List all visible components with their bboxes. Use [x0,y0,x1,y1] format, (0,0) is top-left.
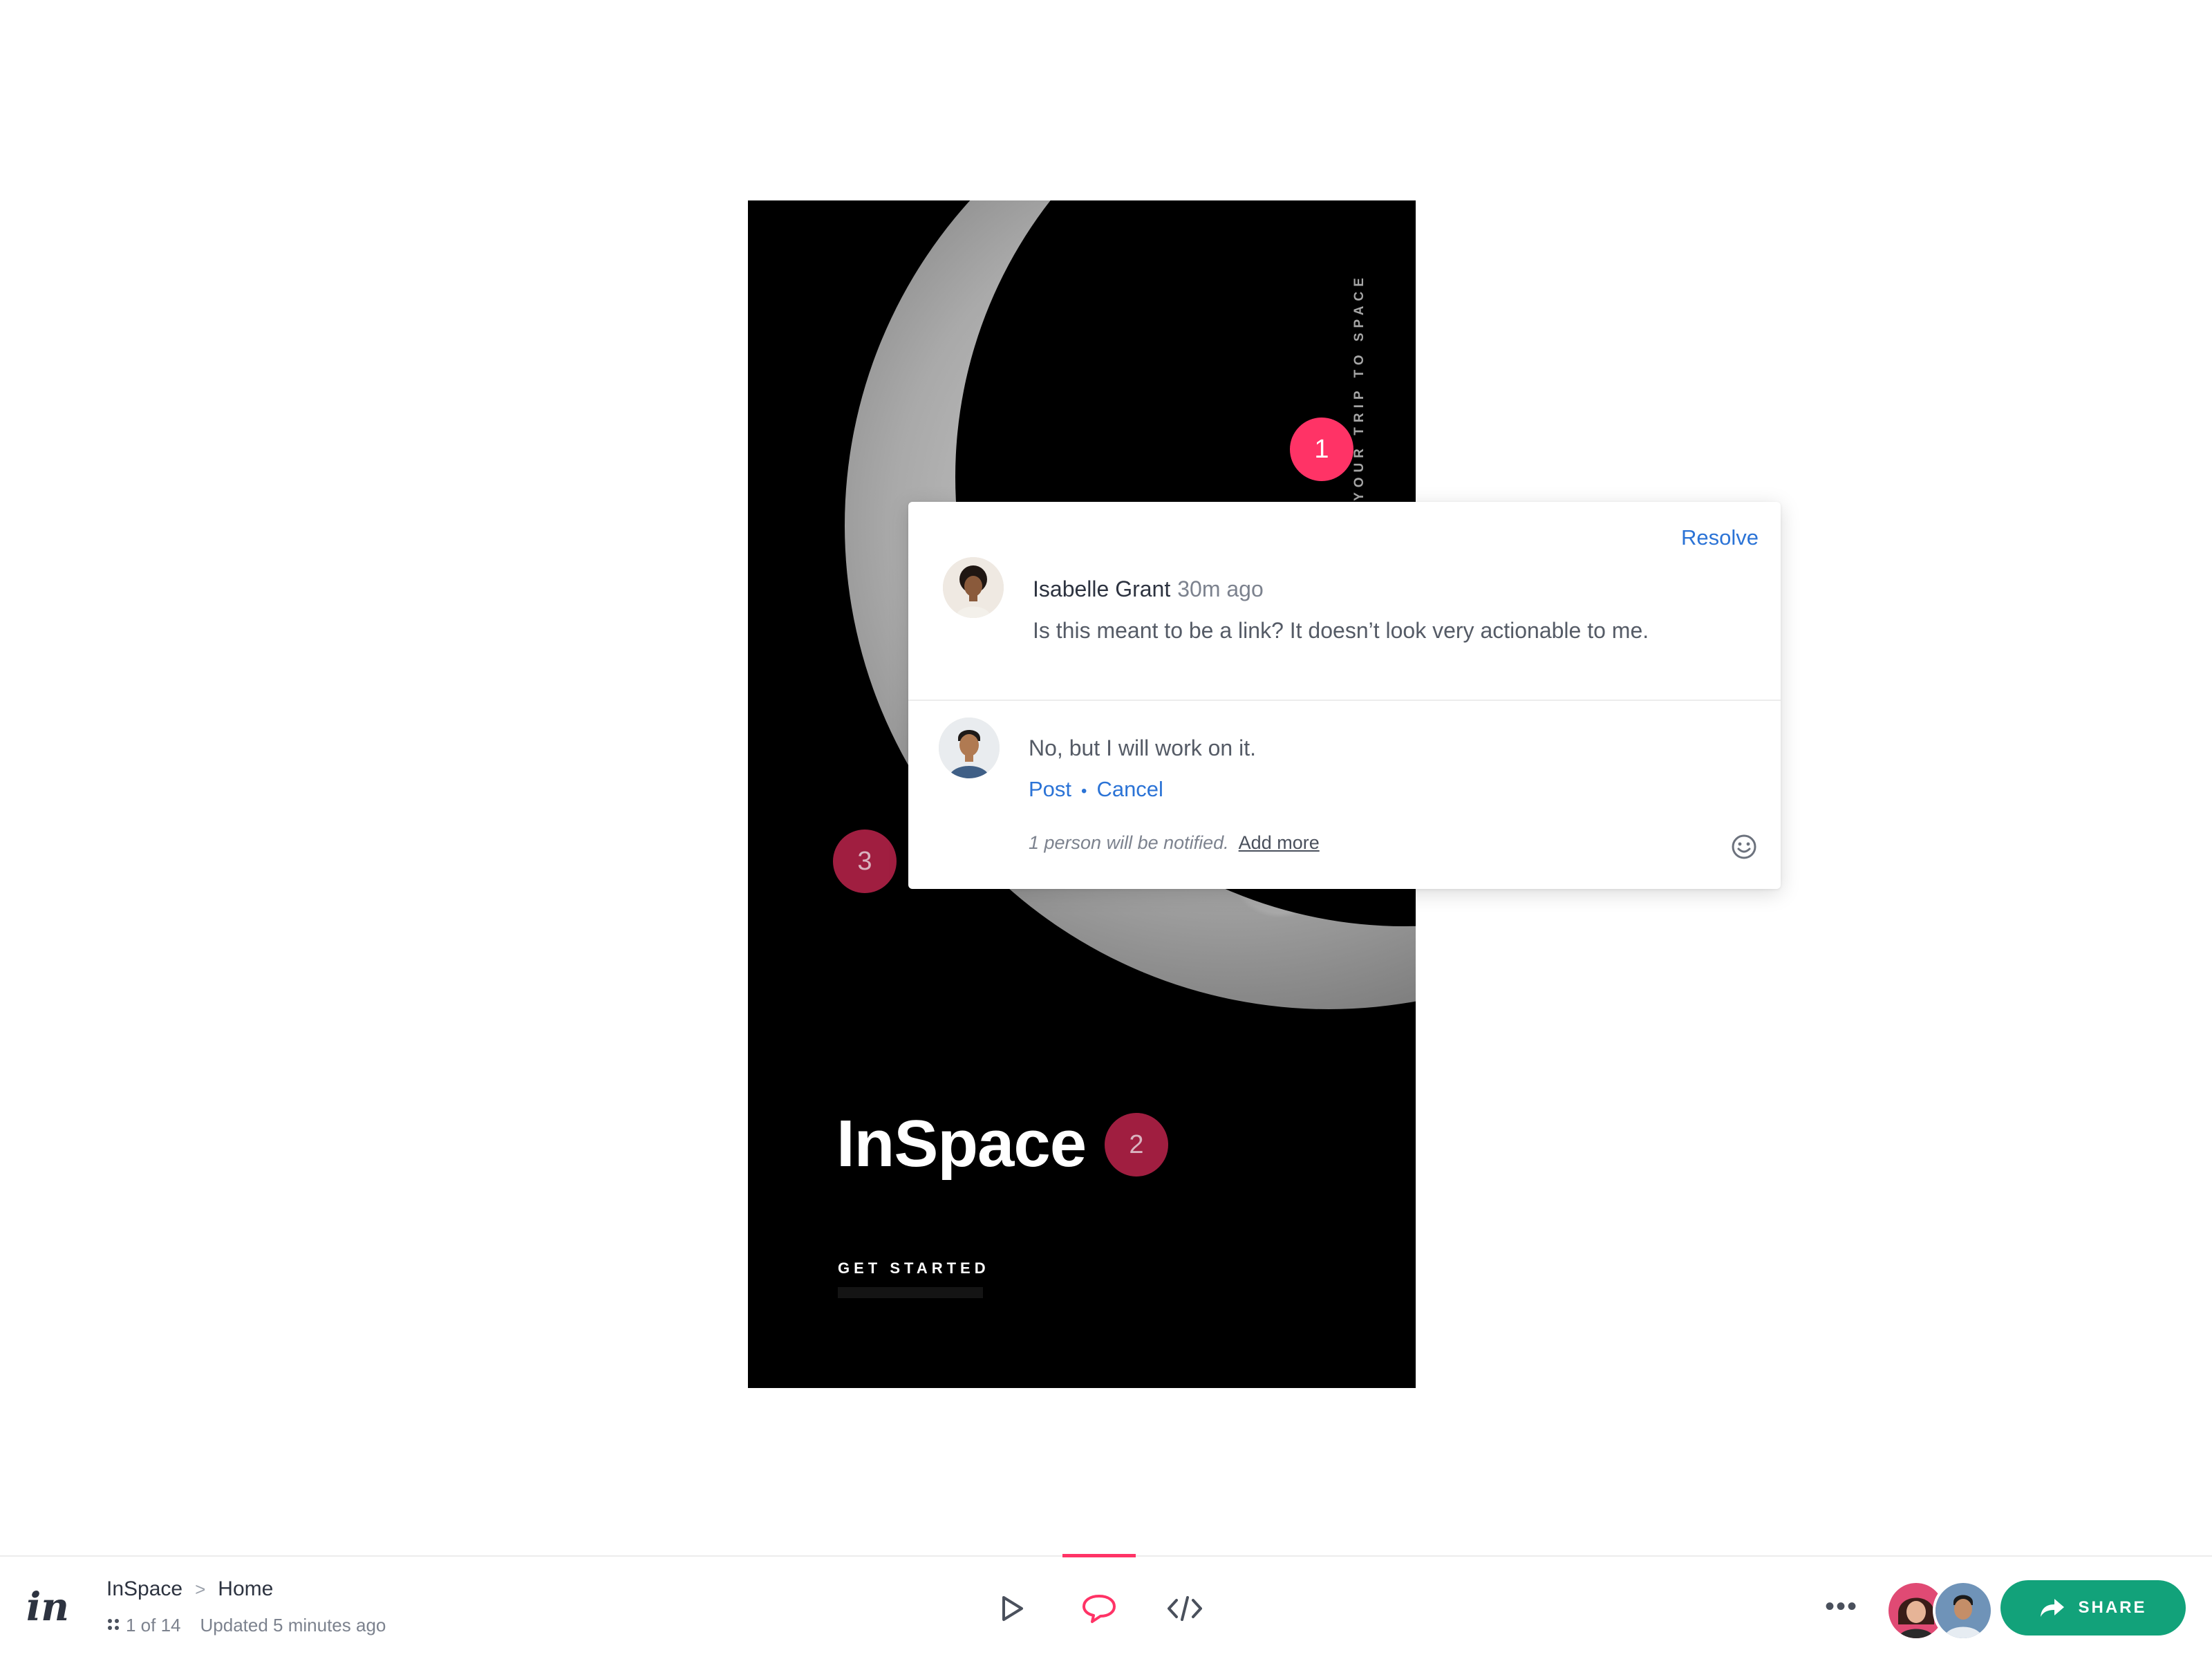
author-name: Isabelle Grant [1033,577,1171,601]
get-started-label[interactable]: GET STARTED [838,1259,990,1277]
breadcrumb-project[interactable]: InSpace [106,1577,182,1600]
comment-time: 30m ago [1177,577,1264,601]
breadcrumb-screen[interactable]: Home [218,1577,273,1600]
comment-pin-2[interactable]: 2 [1105,1113,1168,1177]
comment-popover: Resolve Isabelle Grant 30m ago Is this me… [908,502,1781,889]
separator-dot: • [1081,782,1087,800]
divider [908,700,1781,701]
comment-mode-tab[interactable] [1071,1584,1127,1633]
comment-pin-1[interactable]: 1 [1290,418,1353,481]
notify-count: 1 person will be notified. [1029,832,1229,853]
breadcrumb-separator: > [195,1579,206,1600]
invision-logo[interactable]: in [26,1584,69,1630]
share-arrow-icon [2041,1599,2065,1617]
resolve-button[interactable]: Resolve [1681,525,1759,550]
reply-input[interactable]: No, but I will work on it. [1029,735,1256,761]
code-icon [1168,1596,1202,1621]
collaborator-avatar-2[interactable] [1933,1580,1994,1641]
comment-text: Is this meant to be a link? It doesn’t l… [1033,618,1649,643]
emoji-icon[interactable] [1731,834,1757,860]
vertical-tagline: YOUR TRIP TO SPACE [1352,273,1367,501]
grid-icon[interactable] [106,1615,122,1636]
comment-author: Isabelle Grant 30m ago [1033,577,1264,602]
get-started-underline [838,1287,983,1298]
notify-text: 1 person will be notified. Add more [1029,832,1320,854]
screen-meta: 1 of 14 Updated 5 minutes ago [106,1615,386,1636]
post-button[interactable]: Post [1029,777,1071,801]
comment-pin-3[interactable]: 3 [833,830,897,893]
more-options-icon[interactable]: ••• [1825,1591,1858,1622]
preview-mode-tab[interactable] [984,1584,1040,1633]
reply-actions: Post • Cancel [1029,777,1163,802]
inspect-mode-tab[interactable] [1157,1584,1212,1633]
screen-position: 1 of 14 [126,1615,181,1635]
breadcrumb: InSpace > Home [106,1577,273,1601]
cancel-button[interactable]: Cancel [1096,777,1163,801]
updated-time: Updated 5 minutes ago [200,1615,386,1635]
add-more-link[interactable]: Add more [1239,832,1320,853]
active-mode-indicator [1062,1554,1136,1557]
share-button[interactable]: SHARE [2000,1580,2186,1635]
bottom-toolbar: in InSpace > Home 1 of 14 Updated 5 minutes… [0,1554,2212,1659]
comment-icon [1082,1595,1116,1623]
avatar-isabelle-grant [943,557,1004,618]
app-title: InSpace [836,1107,1087,1181]
avatar-current-user [939,718,1000,778]
share-label: SHARE [2078,1598,2147,1617]
play-icon [1002,1596,1023,1621]
